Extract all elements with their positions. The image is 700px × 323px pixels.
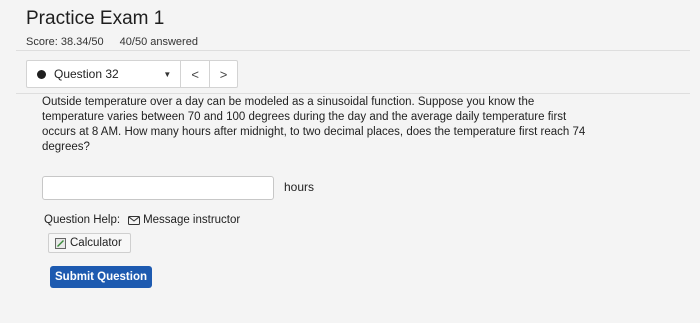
envelope-icon (128, 215, 141, 225)
next-question-button[interactable]: > (209, 61, 237, 87)
score-text: Score: 38.34/50 (26, 36, 104, 48)
message-instructor-link[interactable]: Message instructor (128, 214, 240, 226)
question-nav: Question 32 ▼ < > (26, 60, 238, 88)
calculator-label: Calculator (70, 237, 122, 249)
answer-unit-label: hours (284, 180, 315, 194)
header-divider (16, 50, 690, 51)
status-dot-icon (37, 69, 46, 79)
calculator-button[interactable]: Calculator (48, 233, 131, 253)
caret-down-icon: ▼ (163, 69, 172, 79)
answered-count: 40/50 answered (119, 36, 198, 48)
score-row: Score: 38.34/50 40/50 answered (26, 36, 198, 48)
previous-question-button[interactable]: < (181, 61, 209, 87)
question-divider (16, 93, 690, 94)
chevron-left-icon: < (191, 66, 199, 82)
chevron-right-icon: > (219, 66, 228, 82)
submit-question-button[interactable]: Submit Question (50, 266, 152, 288)
question-text: Outside temperature over a day can be mo… (42, 96, 586, 153)
calculator-icon (55, 237, 66, 249)
exam-title: Practice Exam 1 (26, 8, 165, 29)
answer-input[interactable] (42, 176, 274, 200)
question-selector-label: Question 32 (54, 67, 119, 81)
question-help-label: Question Help: (44, 214, 121, 226)
question-help-row: Question Help: Message instructor (44, 214, 240, 226)
message-instructor-label: Message instructor (143, 214, 241, 226)
question-selector[interactable]: Question 32 ▼ (27, 61, 182, 87)
